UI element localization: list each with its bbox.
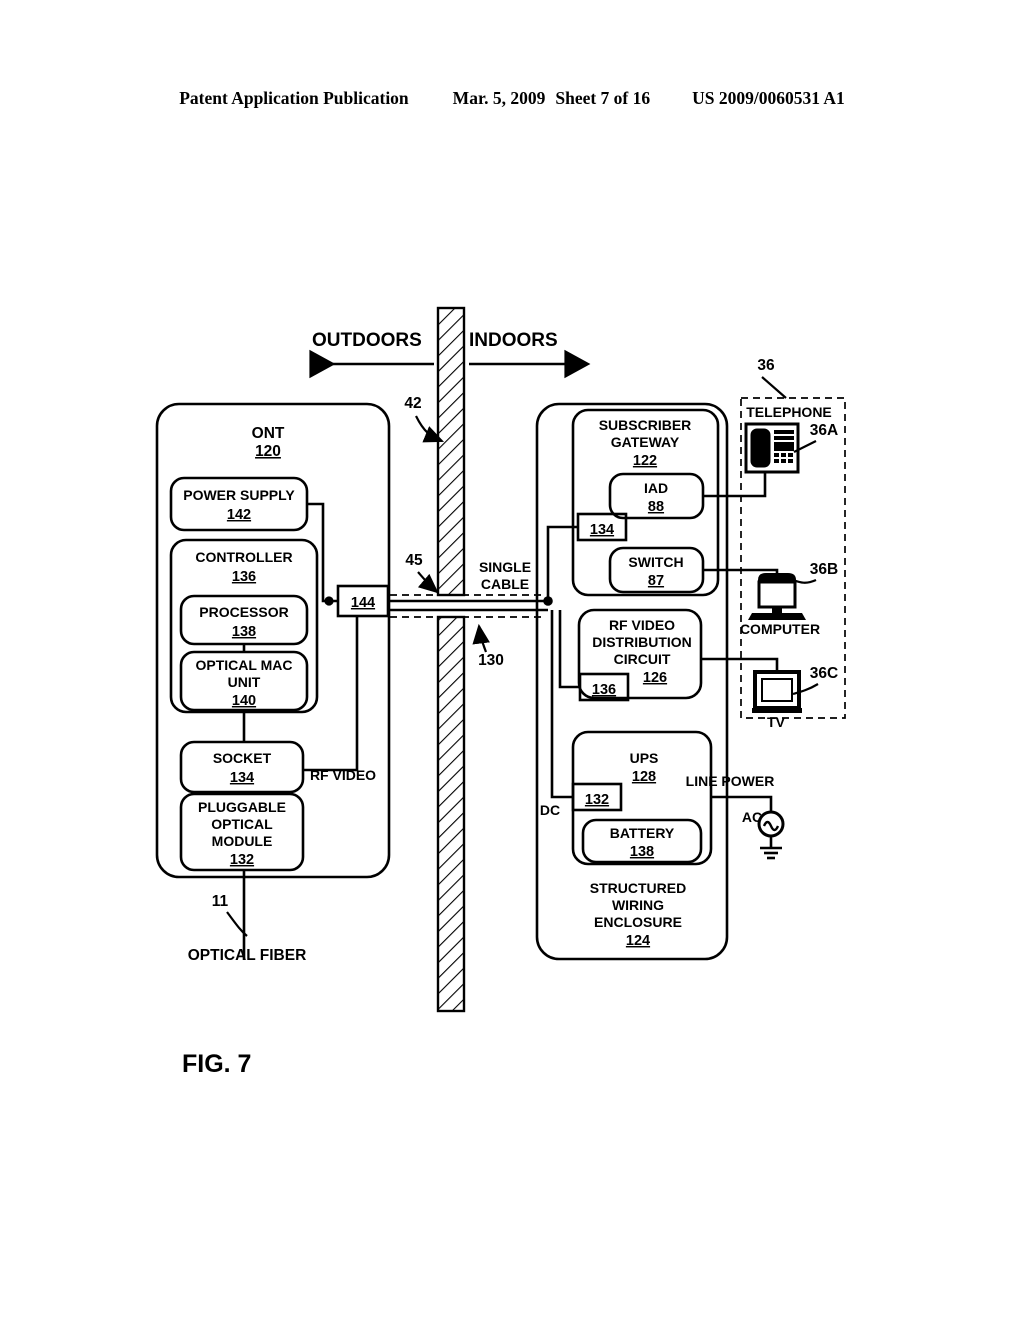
pluggable-module-ref: 132 xyxy=(230,852,254,868)
line-power-label: LINE POWER xyxy=(686,773,775,789)
single-cable-label-line1: SINGLE xyxy=(479,559,531,575)
cable-reference-45: 45 xyxy=(405,552,439,594)
outdoors-indicator: OUTDOORS xyxy=(309,330,434,379)
pluggable-optical-module-block: PLUGGABLE OPTICAL MODULE 132 xyxy=(179,792,305,872)
port-134-ref: 134 xyxy=(590,522,614,538)
switch-label: SWITCH xyxy=(628,554,683,570)
dc-label: DC xyxy=(540,802,560,818)
iad-ref: 88 xyxy=(648,499,664,515)
iad-label: IAD xyxy=(644,480,668,496)
wall-ref-label: 42 xyxy=(404,395,421,412)
processor-label: PROCESSOR xyxy=(199,604,288,620)
port-132-ref: 132 xyxy=(585,792,609,808)
enclosure-ref: 124 xyxy=(626,933,650,949)
optical-mac-label-line2: UNIT xyxy=(228,674,261,690)
patent-figure-page: Patent Application Publication Mar. 5, 20… xyxy=(0,0,1024,1320)
computer-label: COMPUTER xyxy=(740,621,820,637)
optical-mac-label-line1: OPTICAL MAC xyxy=(196,657,293,673)
devices-group-ref: 36 xyxy=(757,357,775,374)
enclosure-title-line2: WIRING xyxy=(612,897,664,913)
telephone-icon xyxy=(744,422,800,474)
gateway-label-line1: SUBSCRIBER xyxy=(599,417,692,433)
port-132-block: 132 xyxy=(571,782,623,812)
socket-block: SOCKET 134 xyxy=(179,740,305,794)
battery-ref: 138 xyxy=(630,844,654,860)
outdoors-label: OUTDOORS xyxy=(312,330,422,351)
conduit-reference-130: 130 xyxy=(472,623,504,669)
computer-ref: 36B xyxy=(810,561,838,578)
ont-internal-wiring: RF VIDEO xyxy=(242,502,376,960)
optical-mac-ref: 140 xyxy=(232,693,256,709)
power-supply-label: POWER SUPPLY xyxy=(183,487,295,503)
switch-block: SWITCH 87 xyxy=(608,546,705,594)
wall-reference-42: 42 xyxy=(404,395,445,443)
power-supply-block: POWER SUPPLY 142 xyxy=(169,476,309,532)
optical-fiber-ref: 11 xyxy=(212,893,229,910)
socket-label: SOCKET xyxy=(213,750,272,766)
gateway-ref: 122 xyxy=(633,453,657,469)
enclosure-title-line1: STRUCTURED xyxy=(590,880,686,896)
telephone-ref: 36A xyxy=(810,422,838,439)
telephone-label: TELEPHONE xyxy=(746,404,832,420)
ac-source-icon xyxy=(757,810,785,838)
ac-label: AC xyxy=(742,809,762,825)
optical-mac-unit-block: OPTICAL MAC UNIT 140 xyxy=(179,650,309,712)
pluggable-module-line1: PLUGGABLE xyxy=(198,799,286,815)
rf-video-label: RF VIDEO xyxy=(310,767,376,783)
connector-144-ref: 144 xyxy=(351,595,375,611)
indoors-label: INDOORS xyxy=(469,330,558,351)
single-cable-label-line2: CABLE xyxy=(481,576,529,592)
gateway-label-line2: GATEWAY xyxy=(611,434,680,450)
structured-wiring-enclosure: STRUCTURED WIRING ENCLOSURE 124 xyxy=(535,402,729,961)
ont-title: ONT xyxy=(252,425,285,442)
port-136-ref: 136 xyxy=(592,682,616,698)
controller-ref: 136 xyxy=(232,569,256,585)
rf-video-ref: 126 xyxy=(643,670,667,686)
switch-ref: 87 xyxy=(648,573,664,589)
connector-144: 144 xyxy=(336,584,390,618)
ups-ref: 128 xyxy=(632,769,656,785)
telephone-device: TELEPHONE 36A xyxy=(703,404,838,498)
socket-ref: 134 xyxy=(230,770,254,786)
pluggable-module-line2: OPTICAL xyxy=(211,816,273,832)
computer-icon xyxy=(748,573,806,620)
rf-video-line1: RF VIDEO xyxy=(609,617,675,633)
tv-ref: 36C xyxy=(810,665,838,682)
wall xyxy=(436,306,466,1013)
processor-block: PROCESSOR 138 xyxy=(179,594,309,646)
ups-label: UPS xyxy=(630,750,659,766)
indoors-indicator: INDOORS xyxy=(469,330,591,379)
pluggable-module-line3: MODULE xyxy=(212,833,273,849)
enclosure-title-line3: ENCLOSURE xyxy=(594,914,682,930)
computer-device: COMPUTER 36B xyxy=(703,561,838,637)
tv-device: TV 36C xyxy=(701,657,838,730)
figure-7-diagram: OUTDOORS INDOORS 42 ONT 120 POWER SUPPLY… xyxy=(155,306,846,1078)
optical-fiber-label: OPTICAL FIBER xyxy=(188,947,307,964)
ground-icon xyxy=(760,836,782,860)
processor-ref: 138 xyxy=(232,624,256,640)
tv-label: TV xyxy=(767,714,786,730)
battery-block: BATTERY 138 xyxy=(581,818,703,864)
power-supply-ref: 142 xyxy=(227,507,251,523)
ont-ref: 120 xyxy=(255,443,281,460)
optical-fiber: 11 OPTICAL FIBER xyxy=(188,893,307,964)
figure-caption: FIG. 7 xyxy=(182,1050,251,1078)
iad-block: IAD 88 xyxy=(608,472,705,520)
rf-video-line2: DISTRIBUTION xyxy=(592,634,692,650)
rf-video-line3: CIRCUIT xyxy=(614,651,671,667)
conduit-ref-label: 130 xyxy=(478,652,504,669)
cable-ref-45-label: 45 xyxy=(405,552,423,569)
controller-label: CONTROLLER xyxy=(195,549,292,565)
battery-label: BATTERY xyxy=(610,825,675,841)
